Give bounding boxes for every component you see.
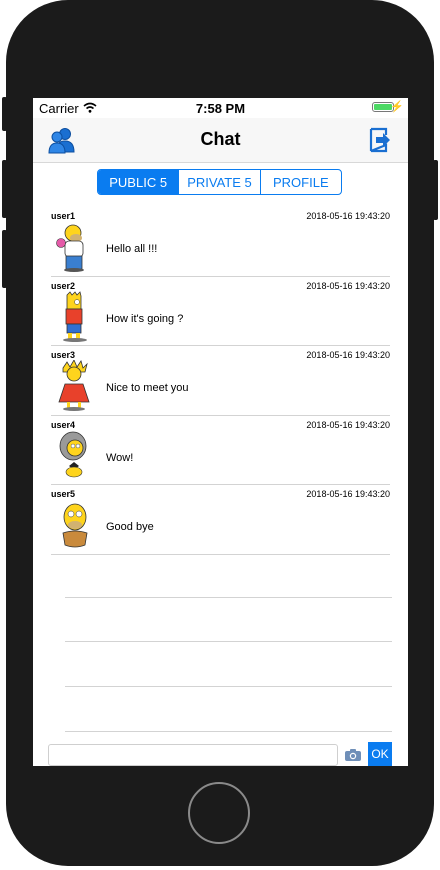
tab-public[interactable]: PUBLIC 5 xyxy=(98,170,180,194)
tab-profile[interactable]: PROFILE xyxy=(261,170,341,194)
message-time: 2018-05-16 19:43:20 xyxy=(306,489,390,499)
message-row[interactable]: user5 2018-05-16 19:43:20 Good bye xyxy=(51,485,390,555)
send-button[interactable]: OK xyxy=(368,742,392,766)
message-composer: OK xyxy=(33,734,408,766)
home-button[interactable] xyxy=(188,782,250,844)
empty-row-separator xyxy=(65,553,392,598)
message-time: 2018-05-16 19:43:20 xyxy=(306,350,390,360)
empty-row-separator xyxy=(65,642,392,688)
logout-icon[interactable] xyxy=(368,126,392,154)
volume-up-button xyxy=(2,160,7,218)
empty-list-area xyxy=(65,553,392,732)
message-text: Hello all !!! xyxy=(106,243,158,255)
avatar xyxy=(53,221,101,273)
message-list: user1 2018-05-16 19:43:20 Hello all !!! … xyxy=(33,207,408,555)
message-input[interactable] xyxy=(48,744,338,766)
message-row[interactable]: user4 2018-05-16 19:43:20 Wow! xyxy=(51,416,390,485)
message-row[interactable]: user1 2018-05-16 19:43:20 Hello all !!! xyxy=(51,207,390,277)
chat-tabs: PUBLIC 5 PRIVATE 5 PROFILE xyxy=(97,169,342,195)
message-time: 2018-05-16 19:43:20 xyxy=(306,211,390,221)
message-user: user5 xyxy=(51,489,76,499)
message-user: user2 xyxy=(51,280,76,291)
message-text: Wow! xyxy=(106,451,134,464)
message-text: Nice to meet you xyxy=(106,382,189,394)
volume-down-button xyxy=(2,230,7,288)
message-row[interactable]: user2 2018-05-16 19:43:20 How it's going… xyxy=(51,277,390,346)
message-row[interactable]: user3 2018-05-16 19:43:20 Nice to meet y… xyxy=(51,346,390,416)
charging-icon: ⚡ xyxy=(390,101,404,113)
empty-row-separator xyxy=(65,598,392,643)
message-user: user3 xyxy=(51,350,76,360)
tab-private[interactable]: PRIVATE 5 xyxy=(179,170,261,194)
status-bar: Carrier 7:58 PM ⚡ xyxy=(33,98,408,118)
power-button xyxy=(433,160,438,220)
message-text: Good bye xyxy=(106,521,154,533)
avatar xyxy=(53,290,101,343)
mute-switch xyxy=(2,97,7,131)
avatar xyxy=(53,430,101,482)
message-time: 2018-05-16 19:43:20 xyxy=(306,280,390,291)
navigation-bar: Chat xyxy=(33,118,408,163)
avatar xyxy=(53,359,101,412)
app-screen: Carrier 7:58 PM ⚡ Chat PUBLIC 5 PRIVATE … xyxy=(33,98,408,766)
empty-row-separator xyxy=(65,687,392,732)
message-text: How it's going ? xyxy=(106,312,184,325)
message-user: user4 xyxy=(51,419,76,430)
message-user: user1 xyxy=(51,211,76,221)
status-time: 7:58 PM xyxy=(195,101,246,116)
camera-icon[interactable] xyxy=(344,748,362,762)
avatar xyxy=(53,499,101,551)
page-title: Chat xyxy=(200,129,241,149)
message-time: 2018-05-16 19:43:20 xyxy=(306,419,390,430)
